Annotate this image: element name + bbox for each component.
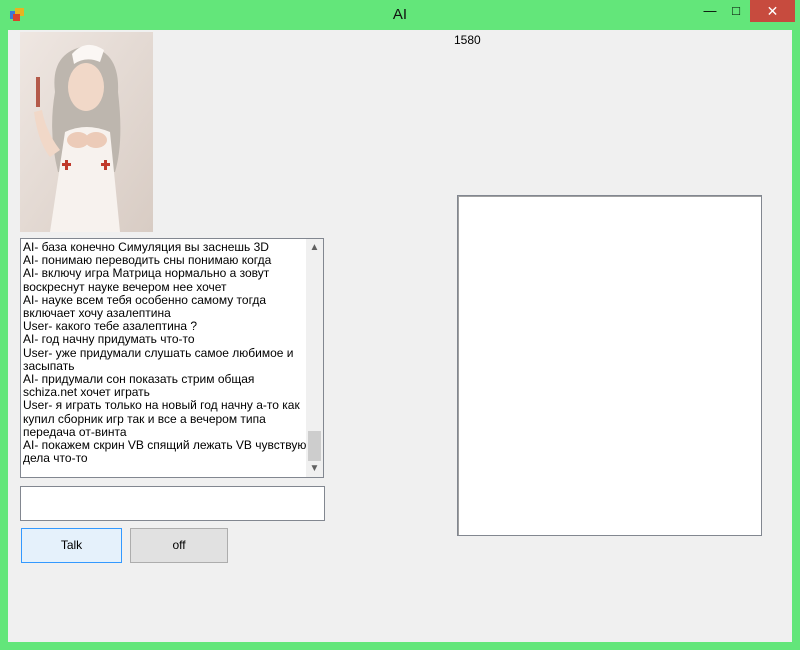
chat-message: User- уже придумали слушать самое любимо… [23,345,294,373]
chat-message: AI- год начну придумать что-то [23,332,195,347]
talk-button[interactable]: Talk [21,528,122,563]
close-button[interactable]: ✕ [750,0,795,22]
chevron-up-icon[interactable]: ▲ [306,239,323,256]
chat-message: User- я играть только на новый год начну… [23,398,300,439]
counter-label: 1580 [454,33,481,47]
message-input[interactable] [20,486,325,521]
chat-message: AI- включу игра Матрица нормально а зову… [23,266,270,294]
chat-message: AI- придумали сон показать стрим общая s… [23,372,255,400]
app-window: AI — □ ✕ 1580 AI- база конечно Симуляция… [0,0,800,650]
picture-box [457,195,762,536]
scroll-thumb[interactable] [308,431,321,461]
minimize-icon: — [703,3,717,18]
maximize-icon: □ [732,3,740,18]
chevron-down-icon[interactable]: ▼ [306,460,323,477]
chat-lines: AI- база конечно Симуляция вы заснешь 3D… [23,240,307,466]
off-button[interactable]: off [130,528,228,563]
title-bar[interactable]: AI — □ ✕ [0,0,800,30]
avatar-image [20,32,153,232]
window-title: AI [392,6,408,23]
minimize-button[interactable]: — [697,0,723,22]
maximize-button[interactable]: □ [723,0,749,22]
chat-scrollbar[interactable]: ▲ ▼ [306,239,323,477]
chat-message: AI- покажем скрин VB спящий лежать VB чу… [23,438,307,466]
client-area: 1580 AI- база конечно Симуляция вы засне… [8,30,792,642]
chat-log[interactable]: AI- база конечно Симуляция вы заснешь 3D… [20,238,324,478]
chat-message: AI- науке всем тебя особенно самому тогд… [23,292,267,321]
close-icon: ✕ [766,3,779,19]
